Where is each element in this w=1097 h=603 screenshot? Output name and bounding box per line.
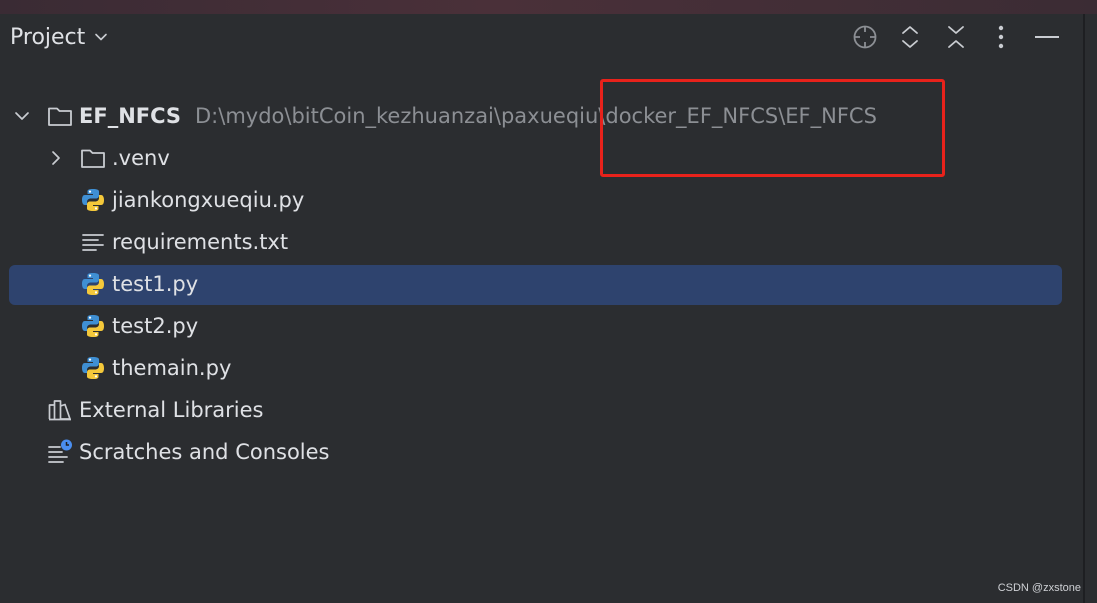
root-project-name: EF_NFCS bbox=[79, 104, 182, 128]
python-file-icon bbox=[80, 355, 106, 381]
tree-item-test1[interactable]: test1.py bbox=[0, 264, 1083, 305]
panel-toolbar bbox=[0, 22, 1083, 52]
tree-item-requirements[interactable]: requirements.txt bbox=[0, 222, 1083, 262]
tree-item-label: .venv bbox=[112, 146, 170, 170]
tree-item-label: test1.py bbox=[112, 272, 199, 296]
expand-all-icon[interactable] bbox=[895, 22, 925, 52]
scratches-icon bbox=[47, 439, 73, 465]
text-file-icon bbox=[80, 229, 106, 255]
tree-item-label: jiankongxueqiu.py bbox=[112, 188, 305, 212]
python-file-icon bbox=[80, 187, 106, 213]
tree-item-test2[interactable]: test2.py bbox=[0, 306, 1083, 346]
tree-item-label: test2.py bbox=[112, 314, 199, 338]
tree-item-label: External Libraries bbox=[79, 398, 264, 422]
tree-item-jiankongxueqiu[interactable]: jiankongxueqiu.py bbox=[0, 180, 1083, 220]
annotation-highlight-box bbox=[600, 79, 945, 177]
tree-item-label: Scratches and Consoles bbox=[79, 440, 330, 464]
folder-icon bbox=[80, 145, 106, 171]
options-icon[interactable] bbox=[986, 22, 1016, 52]
locate-icon[interactable] bbox=[850, 22, 880, 52]
project-panel-header: Project bbox=[0, 22, 1083, 52]
chevron-right-icon[interactable] bbox=[48, 150, 64, 166]
chevron-down-icon[interactable] bbox=[14, 108, 30, 124]
watermark: CSDN @zxstone bbox=[997, 582, 1081, 594]
collapse-all-icon[interactable] bbox=[941, 22, 971, 52]
library-icon bbox=[47, 397, 73, 423]
tree-item-external-libraries[interactable]: External Libraries bbox=[0, 390, 1083, 430]
tree-item-label: themain.py bbox=[112, 356, 232, 380]
hide-icon[interactable] bbox=[1032, 22, 1062, 52]
tree-item-scratches[interactable]: Scratches and Consoles bbox=[0, 432, 1083, 472]
tree-item-label: requirements.txt bbox=[112, 230, 289, 254]
tree-item-themain[interactable]: themain.py bbox=[0, 348, 1083, 388]
python-file-icon bbox=[80, 313, 106, 339]
python-file-icon bbox=[80, 271, 106, 297]
folder-icon bbox=[47, 103, 73, 129]
window-title-bar bbox=[0, 0, 1097, 14]
right-strip bbox=[1085, 14, 1097, 603]
